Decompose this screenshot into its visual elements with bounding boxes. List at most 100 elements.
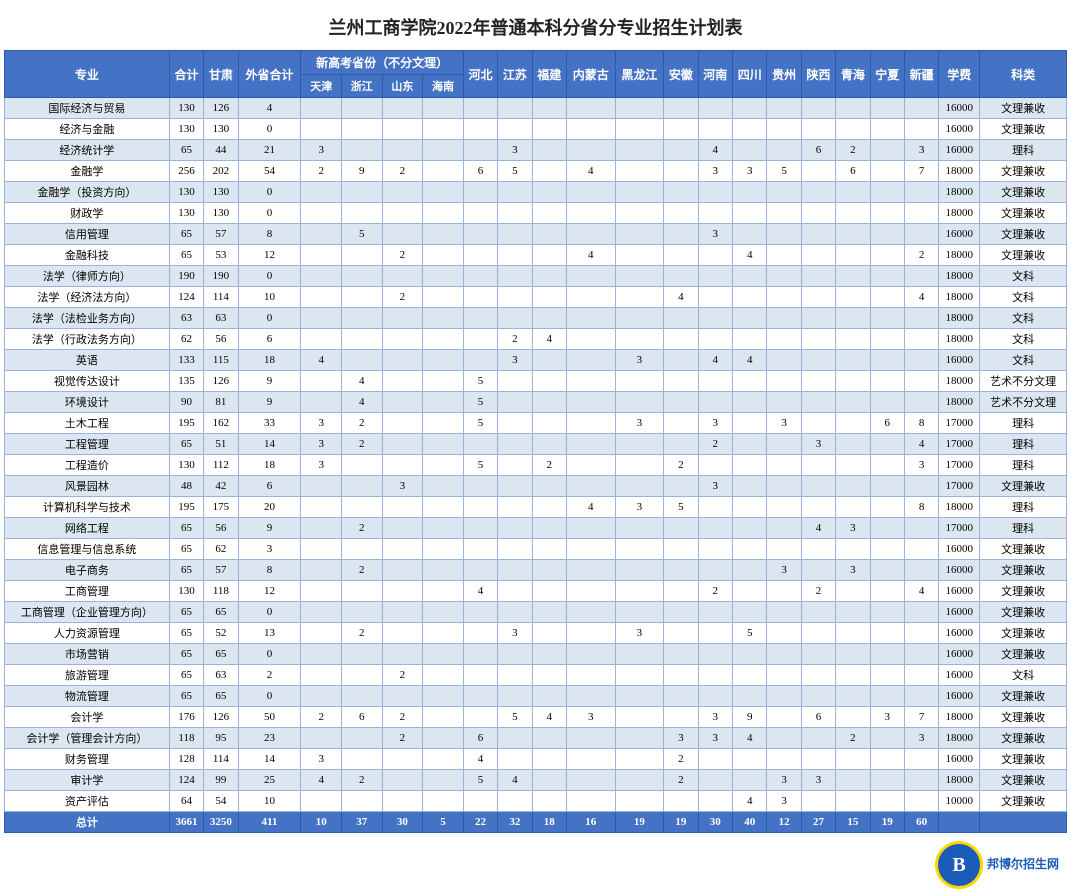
- cell-major: 风景园林: [5, 476, 170, 497]
- cell-major: 资产评估: [5, 791, 170, 812]
- cell-xinjiang: [904, 770, 938, 791]
- cell-fujian: [532, 371, 566, 392]
- cell-gansu: 114: [204, 749, 238, 770]
- cell-zhejiang: [342, 581, 383, 602]
- cell-heilongjiang: [615, 287, 664, 308]
- header-total: 合计: [169, 51, 203, 98]
- cell-kl: 文理兼收: [980, 224, 1067, 245]
- cell-guizhou: [767, 392, 801, 413]
- cell-neimenggu: [566, 203, 615, 224]
- cell-neimenggu: [566, 98, 615, 119]
- cell-ningxia: [870, 602, 904, 623]
- total-cell-zhejiang: 37: [342, 812, 383, 833]
- cell-hainan: [423, 791, 464, 812]
- cell-guizhou: [767, 308, 801, 329]
- cell-zhejiang: [342, 245, 383, 266]
- cell-neimenggu: [566, 371, 615, 392]
- cell-kl: 文科: [980, 266, 1067, 287]
- cell-gansu: 51: [204, 434, 238, 455]
- cell-xinjiang: [904, 98, 938, 119]
- total-cell-sichuan: 40: [733, 812, 767, 833]
- cell-guizhou: [767, 665, 801, 686]
- cell-tianjin: [301, 308, 342, 329]
- cell-guizhou: [767, 119, 801, 140]
- cell-fujian: [532, 308, 566, 329]
- cell-xf: 16000: [939, 686, 980, 707]
- cell-shandong: [382, 560, 423, 581]
- cell-total: 65: [169, 140, 203, 161]
- cell-gansu: 62: [204, 539, 238, 560]
- cell-xinjiang: [904, 182, 938, 203]
- cell-sichuan: 5: [733, 623, 767, 644]
- cell-anhui: [664, 203, 698, 224]
- cell-zhejiang: 4: [342, 392, 383, 413]
- cell-anhui: [664, 350, 698, 371]
- cell-fujian: [532, 560, 566, 581]
- cell-jiangsu: [498, 434, 532, 455]
- logo-symbol: B: [952, 854, 965, 877]
- cell-qinghai: [836, 266, 870, 287]
- cell-neimenggu: [566, 665, 615, 686]
- cell-anhui: [664, 119, 698, 140]
- cell-heilongjiang: 3: [615, 497, 664, 518]
- cell-heilongjiang: [615, 224, 664, 245]
- cell-shaanxi: [801, 392, 835, 413]
- cell-heilongjiang: [615, 98, 664, 119]
- cell-sichuan: [733, 749, 767, 770]
- cell-xinjiang: 4: [904, 581, 938, 602]
- cell-anhui: [664, 371, 698, 392]
- table-container: 专业 合计 甘肃 外省合计 新高考省份（不分文理） 河北 江苏 福建 内蒙古 黑…: [0, 50, 1071, 837]
- cell-neimenggu: [566, 728, 615, 749]
- cell-fujian: [532, 413, 566, 434]
- cell-jiangsu: [498, 224, 532, 245]
- cell-henan: [698, 602, 732, 623]
- cell-tianjin: [301, 623, 342, 644]
- cell-waisheng: 23: [238, 728, 301, 749]
- cell-ningxia: [870, 224, 904, 245]
- cell-hebei: [463, 98, 497, 119]
- cell-shandong: 2: [382, 707, 423, 728]
- cell-shandong: [382, 623, 423, 644]
- header-qinghai: 青海: [836, 51, 870, 98]
- cell-sichuan: [733, 665, 767, 686]
- cell-hainan: [423, 560, 464, 581]
- cell-henan: 3: [698, 707, 732, 728]
- cell-waisheng: 0: [238, 644, 301, 665]
- cell-heilongjiang: [615, 707, 664, 728]
- cell-sichuan: [733, 413, 767, 434]
- cell-neimenggu: [566, 266, 615, 287]
- cell-fujian: [532, 140, 566, 161]
- cell-hebei: [463, 350, 497, 371]
- cell-major: 网络工程: [5, 518, 170, 539]
- cell-tianjin: 3: [301, 749, 342, 770]
- cell-shaanxi: [801, 245, 835, 266]
- cell-shandong: [382, 413, 423, 434]
- cell-gansu: 63: [204, 665, 238, 686]
- total-cell-waisheng: 411: [238, 812, 301, 833]
- cell-guizhou: [767, 728, 801, 749]
- cell-kl: 文理兼收: [980, 707, 1067, 728]
- cell-kl: 文理兼收: [980, 686, 1067, 707]
- cell-kl: 文理兼收: [980, 119, 1067, 140]
- cell-qinghai: [836, 644, 870, 665]
- cell-henan: [698, 770, 732, 791]
- cell-major: 法学（经济法方向）: [5, 287, 170, 308]
- cell-henan: 3: [698, 224, 732, 245]
- cell-ningxia: [870, 686, 904, 707]
- cell-tianjin: [301, 203, 342, 224]
- cell-anhui: [664, 161, 698, 182]
- cell-henan: [698, 455, 732, 476]
- cell-neimenggu: 4: [566, 245, 615, 266]
- cell-xinjiang: [904, 539, 938, 560]
- header-heilongjiang: 黑龙江: [615, 51, 664, 98]
- cell-xinjiang: [904, 266, 938, 287]
- cell-hebei: [463, 119, 497, 140]
- enrollment-table: 专业 合计 甘肃 外省合计 新高考省份（不分文理） 河北 江苏 福建 内蒙古 黑…: [4, 50, 1067, 833]
- cell-total: 64: [169, 791, 203, 812]
- cell-zhejiang: [342, 644, 383, 665]
- cell-neimenggu: 4: [566, 497, 615, 518]
- cell-major: 信用管理: [5, 224, 170, 245]
- table-row: 金融学256202542926543356718000文理兼收: [5, 161, 1067, 182]
- header-xf: 学费: [939, 51, 980, 98]
- cell-shaanxi: 4: [801, 518, 835, 539]
